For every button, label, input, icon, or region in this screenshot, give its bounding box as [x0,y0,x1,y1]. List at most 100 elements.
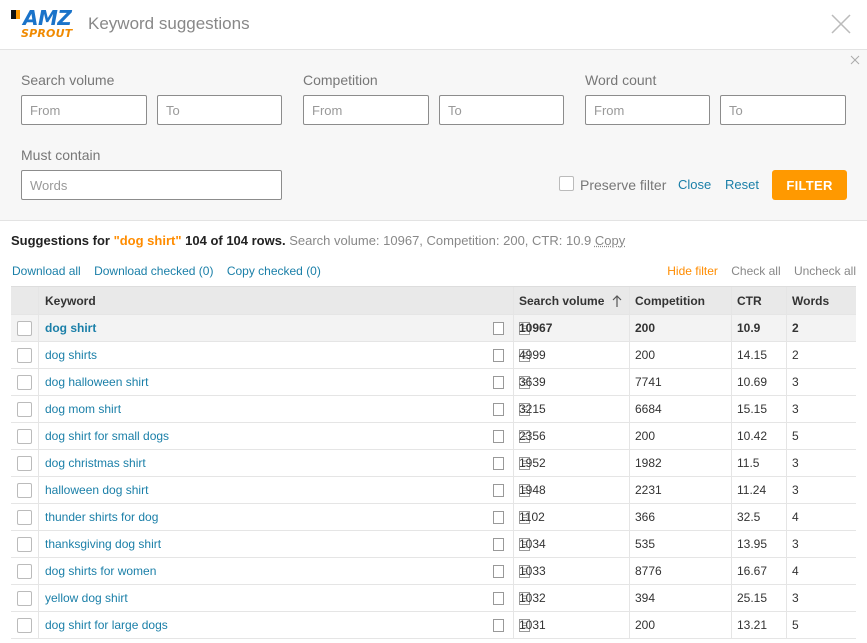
competition-cell: 200 [630,315,732,341]
header-search-volume[interactable]: Search volume [514,287,630,314]
copy-icon[interactable] [492,348,505,363]
table-header-row: Keyword Search volume Competition CTR Wo… [11,287,856,315]
amz-sprout-logo: AMZ SPROUT [11,6,73,42]
words-cell: 4 [792,510,799,524]
table-body: dog shirt 10967 200 10.9 2 dog shirts 4999 200 1… [11,315,856,639]
summary-rows: 104 of 104 rows. [185,233,286,248]
words-cell: 5 [792,618,799,632]
keyword-link[interactable]: halloween dog shirt [45,483,148,497]
row-checkbox[interactable] [17,401,32,417]
keyword-link[interactable]: thanksgiving dog shirt [45,537,161,551]
copy-checked-link[interactable]: Copy checked (0) [227,264,321,278]
row-check-cell [11,369,39,395]
keyword-link[interactable]: dog mom shirt [45,402,121,416]
row-check-cell [11,585,39,611]
copy-icon[interactable] [492,402,505,417]
table-row: yellow dog shirt 1032 394 25.15 3 [11,585,856,612]
ctr-cell: 11.5 [732,450,787,476]
row-checkbox[interactable] [17,617,32,633]
copy-icon[interactable] [492,591,505,606]
close-icon[interactable] [829,12,853,36]
table-row: thunder shirts for dog 1102 366 32.5 4 [11,504,856,531]
header-ctr[interactable]: CTR [732,287,787,314]
row-checkbox[interactable] [17,590,32,606]
row-check-cell [11,531,39,557]
hide-filter-link[interactable]: Hide filter [667,264,718,278]
download-checked-link[interactable]: Download checked (0) [94,264,213,278]
keyword-link[interactable]: thunder shirts for dog [45,510,158,524]
search-volume-cell: 1031 [514,612,630,638]
row-checkbox[interactable] [17,563,32,579]
row-checkbox[interactable] [17,374,32,390]
keyword-link[interactable]: dog halloween shirt [45,375,148,389]
word-count-from-input[interactable] [585,95,710,125]
dialog-title: Keyword suggestions [88,14,250,33]
uncheck-all-link[interactable]: Uncheck all [794,264,856,278]
row-checkbox[interactable] [17,320,32,336]
row-checkbox[interactable] [17,347,32,363]
header-keyword[interactable]: Keyword [39,287,514,314]
must-contain-input[interactable] [21,170,282,200]
ctr-cell: 11.24 [732,477,787,503]
search-volume-cell: 1952 [514,450,630,476]
ctr-cell: 32.5 [732,504,787,530]
search-volume-to-input[interactable] [157,95,282,125]
row-checkbox[interactable] [17,509,32,525]
keyword-link[interactable]: dog shirt for small dogs [45,429,169,443]
table-row: dog shirt for large dogs 1031 200 13.21 5 [11,612,856,639]
check-all-link[interactable]: Check all [731,264,780,278]
copy-icon[interactable] [492,429,505,444]
words-cell: 3 [792,483,799,497]
header-competition[interactable]: Competition [630,287,732,314]
summary-stats: Search volume: 10967, Competition: 200, … [289,233,592,248]
keyword-cell: thunder shirts for dog [39,504,530,530]
summary-copy-link[interactable]: Copy [595,233,625,248]
download-all-link[interactable]: Download all [12,264,81,278]
competition-cell: 200 [630,423,732,449]
keyword-link[interactable]: yellow dog shirt [45,591,128,605]
ctr-cell: 10.69 [732,369,787,395]
search-volume-cell: 1948 [514,477,630,503]
keyword-link[interactable]: dog shirts [45,348,97,362]
preserve-filter-label: Preserve filter [580,177,667,193]
competition-cell: 394 [630,585,732,611]
row-checkbox[interactable] [17,428,32,444]
competition-to-input[interactable] [439,95,564,125]
header-words[interactable]: Words [787,287,856,314]
competition-cell: 1982 [630,450,732,476]
words-cell: 3 [792,375,799,389]
search-volume-cell: 10967 [514,315,630,341]
copy-icon[interactable] [492,321,505,336]
actions-left: Download all Download checked (0) Copy c… [12,264,331,278]
filter-button[interactable]: FILTER [772,170,847,200]
copy-icon[interactable] [492,618,505,633]
copy-icon[interactable] [492,564,505,579]
keyword-cell: dog mom shirt [39,396,530,422]
table-row: dog shirts for women 1033 8776 16.67 4 [11,558,856,585]
copy-icon[interactable] [492,510,505,525]
close-filter-icon[interactable] [849,54,861,66]
reset-link[interactable]: Reset [725,177,759,192]
table-row: dog halloween shirt 3639 7741 10.69 3 [11,369,856,396]
row-checkbox[interactable] [17,536,32,552]
keyword-cell: thanksgiving dog shirt [39,531,530,557]
copy-icon[interactable] [492,456,505,471]
search-volume-from-input[interactable] [21,95,147,125]
row-check-cell [11,396,39,422]
row-checkbox[interactable] [17,482,32,498]
actions-right: Hide filter Check all Uncheck all [657,264,856,278]
keyword-link[interactable]: dog shirts for women [45,564,156,578]
word-count-to-input[interactable] [720,95,846,125]
copy-icon[interactable] [492,375,505,390]
row-checkbox[interactable] [17,455,32,471]
keyword-link[interactable]: dog shirt for large dogs [45,618,168,632]
copy-icon[interactable] [492,537,505,552]
competition-from-input[interactable] [303,95,429,125]
row-check-cell [11,558,39,584]
keyword-link[interactable]: dog christmas shirt [45,456,146,470]
words-cell: 3 [792,537,799,551]
close-link[interactable]: Close [678,177,711,192]
keyword-link[interactable]: dog shirt [45,321,96,335]
preserve-filter-checkbox[interactable] [559,176,574,191]
copy-icon[interactable] [492,483,505,498]
